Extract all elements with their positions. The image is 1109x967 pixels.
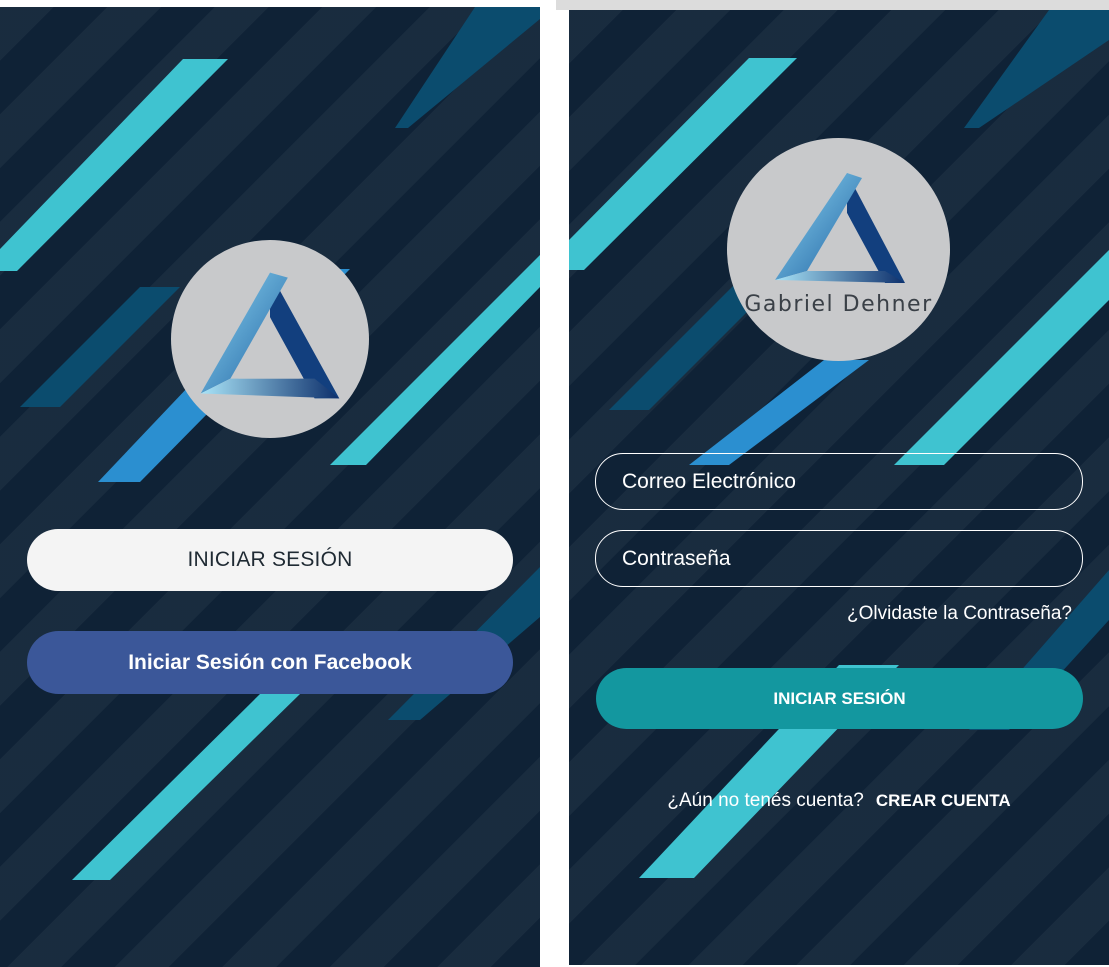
login-button[interactable]: INICIAR SESIÓN xyxy=(27,529,513,591)
email-field[interactable]: Correo Electrónico xyxy=(595,453,1083,510)
logo-circle: Gabriel Dehner xyxy=(727,138,950,361)
login-screen: Gabriel Dehner Correo Electrónico Contra… xyxy=(569,10,1109,965)
no-account-text: ¿Aún no tenés cuenta? xyxy=(667,790,864,811)
logo-text: Gabriel Dehner xyxy=(744,292,933,317)
triangle-logo-icon xyxy=(775,173,905,283)
background-stripes xyxy=(0,7,540,880)
signup-row: ¿Aún no tenés cuenta? CREAR CUENTA xyxy=(569,790,1109,812)
password-placeholder: Contraseña xyxy=(622,546,731,570)
login-button[interactable]: INICIAR SESIÓN xyxy=(596,668,1083,729)
forgot-password-link[interactable]: ¿Olvidaste la Contraseña? xyxy=(847,603,1072,625)
create-account-link[interactable]: CREAR CUENTA xyxy=(876,791,1011,810)
status-bar-strip xyxy=(556,0,1109,10)
logo-circle xyxy=(171,240,369,438)
facebook-login-button[interactable]: Iniciar Sesión con Facebook xyxy=(27,631,513,694)
email-placeholder: Correo Electrónico xyxy=(622,469,796,493)
welcome-screen: INICIAR SESIÓN Iniciar Sesión con Facebo… xyxy=(0,7,540,967)
password-field[interactable]: Contraseña xyxy=(595,530,1083,587)
triangle-logo-icon xyxy=(200,272,340,399)
